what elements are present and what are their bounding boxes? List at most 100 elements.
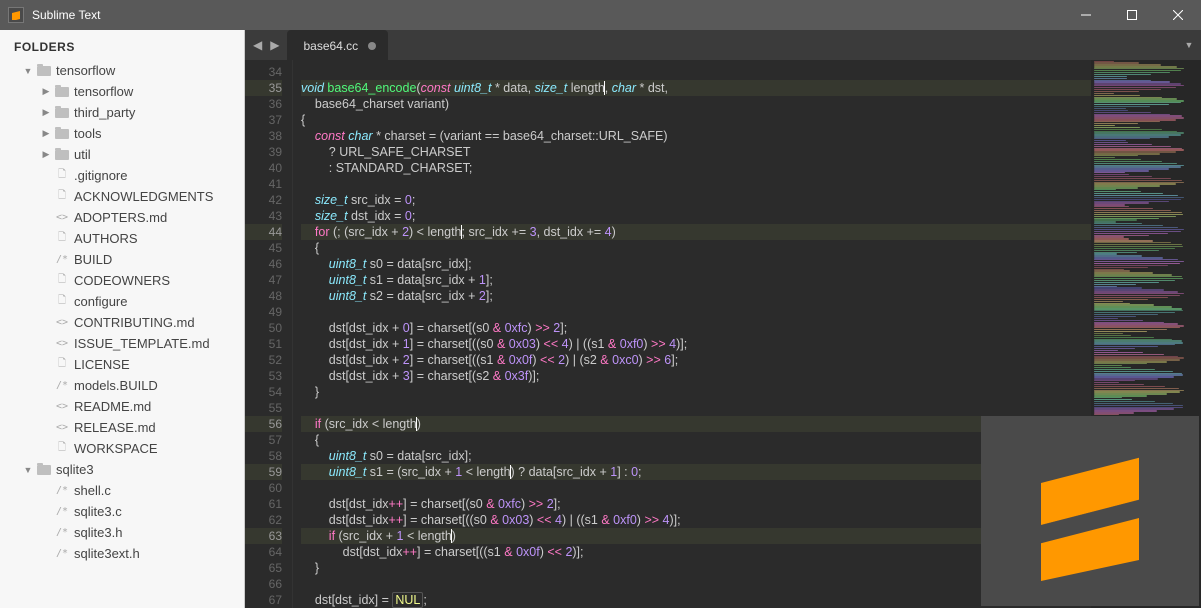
code-line[interactable]: dst[dst_idx + 2] = charset[((s1 & 0x0f) … <box>301 352 1091 368</box>
line-number: 57 <box>245 432 282 448</box>
code-line[interactable]: const char * charset = (variant == base6… <box>301 128 1091 144</box>
code-line[interactable]: if (src_idx + 1 < length) <box>301 528 1091 544</box>
minimap-line <box>1094 163 1177 164</box>
file-item[interactable]: /*sqlite3.c <box>0 501 244 522</box>
code-line[interactable]: { <box>301 240 1091 256</box>
folders-sidebar[interactable]: FOLDERS ▼tensorflow▶tensorflow▶third_par… <box>0 30 245 608</box>
file-type-icon: 🗋 <box>54 272 70 289</box>
code-line[interactable]: void base64_encode(const uint8_t * data,… <box>301 80 1091 96</box>
file-item[interactable]: 🗋LICENSE <box>0 354 244 375</box>
file-item[interactable]: <>ADOPTERS.md <box>0 207 244 228</box>
minimap-line <box>1094 422 1184 423</box>
code-line[interactable] <box>301 576 1091 592</box>
code-line[interactable]: base64_charset variant) <box>301 96 1091 112</box>
code-line[interactable] <box>301 176 1091 192</box>
minimap-line <box>1094 550 1184 551</box>
minimap-line <box>1094 78 1127 79</box>
code-line[interactable]: dst[dst_idx + 3] = charset[(s2 & 0x3f)]; <box>301 368 1091 384</box>
file-item[interactable]: 🗋ACKNOWLEDGMENTS <box>0 186 244 207</box>
code-line[interactable]: dst[dst_idx] = NUL; <box>301 592 1091 608</box>
code-view[interactable]: 3435363738394041424344454647484950515253… <box>245 60 1201 608</box>
disclosure-icon[interactable]: ▼ <box>22 66 34 76</box>
code-line[interactable]: dst[dst_idx + 0] = charset[(s0 & 0xfc) >… <box>301 320 1091 336</box>
code-line[interactable]: uint8_t s1 = (src_idx + 1 < length) ? da… <box>301 464 1091 480</box>
close-button[interactable] <box>1155 0 1201 30</box>
code-line[interactable]: uint8_t s0 = data[src_idx]; <box>301 448 1091 464</box>
code-line[interactable] <box>301 480 1091 496</box>
minimap-line <box>1094 180 1182 181</box>
tree-item-label: ADOPTERS.md <box>74 210 167 225</box>
code-line[interactable]: } <box>301 560 1091 576</box>
code-line[interactable]: dst[dst_idx++] = charset[((s1 & 0x0f) <<… <box>301 544 1091 560</box>
disclosure-icon[interactable]: ▶ <box>40 107 52 118</box>
minimap-line <box>1094 318 1118 319</box>
code-line[interactable]: size_t src_idx = 0; <box>301 192 1091 208</box>
file-item[interactable]: <>README.md <box>0 396 244 417</box>
file-item[interactable]: 🗋configure <box>0 291 244 312</box>
code-line[interactable]: if (src_idx < length) <box>301 416 1091 432</box>
code-line[interactable]: ? URL_SAFE_CHARSET <box>301 144 1091 160</box>
code-line[interactable]: for (; (src_idx + 2) < length; src_idx +… <box>301 224 1091 240</box>
file-item[interactable]: <>RELEASE.md <box>0 417 244 438</box>
maximize-button[interactable] <box>1109 0 1155 30</box>
code-line[interactable]: { <box>301 112 1091 128</box>
file-type-icon: /* <box>54 254 70 265</box>
folder-item[interactable]: ▶tensorflow <box>0 81 244 102</box>
folder-item[interactable]: ▶util <box>0 144 244 165</box>
code-line[interactable]: dst[dst_idx++] = charset[((s0 & 0x03) <<… <box>301 512 1091 528</box>
file-item[interactable]: /*shell.c <box>0 480 244 501</box>
code-line[interactable]: uint8_t s0 = data[src_idx]; <box>301 256 1091 272</box>
code-line[interactable]: uint8_t s2 = data[src_idx + 2]; <box>301 288 1091 304</box>
file-item[interactable]: /*sqlite3.h <box>0 522 244 543</box>
file-item[interactable]: 🗋CODEOWNERS <box>0 270 244 291</box>
tab-active[interactable]: base64.cc <box>287 30 388 60</box>
disclosure-icon[interactable]: ▶ <box>40 128 52 139</box>
nav-forward-icon[interactable]: ▶ <box>270 38 279 52</box>
code-line[interactable]: dst[dst_idx + 1] = charset[((s0 & 0x03) … <box>301 336 1091 352</box>
line-number: 50 <box>245 320 282 336</box>
code-line[interactable] <box>301 400 1091 416</box>
tree-item-label: CONTRIBUTING.md <box>74 315 195 330</box>
minimap-line <box>1094 354 1164 355</box>
code-line[interactable]: uint8_t s1 = data[src_idx + 1]; <box>301 272 1091 288</box>
minimap-line <box>1094 233 1168 234</box>
minimap-line <box>1094 248 1175 249</box>
code-content[interactable]: void base64_encode(const uint8_t * data,… <box>293 60 1091 608</box>
editor-area: ◀ ▶ base64.cc ▼ 343536373839404142434445… <box>245 30 1201 608</box>
folder-item[interactable]: ▼sqlite3 <box>0 459 244 480</box>
code-line[interactable] <box>301 64 1091 80</box>
code-line[interactable]: size_t dst_idx = 0; <box>301 208 1091 224</box>
tree-item-label: WORKSPACE <box>74 441 158 456</box>
disclosure-icon[interactable]: ▶ <box>40 86 52 97</box>
code-line[interactable]: { <box>301 432 1091 448</box>
line-number: 51 <box>245 336 282 352</box>
tab-dropdown-icon[interactable]: ▼ <box>1177 30 1201 60</box>
disclosure-icon[interactable]: ▼ <box>22 465 34 475</box>
file-item[interactable]: <>CONTRIBUTING.md <box>0 312 244 333</box>
disclosure-icon[interactable]: ▶ <box>40 149 52 160</box>
tree-item-label: LICENSE <box>74 357 130 372</box>
file-item[interactable]: <>ISSUE_TEMPLATE.md <box>0 333 244 354</box>
minimap-line <box>1094 384 1144 385</box>
minimap-line <box>1094 352 1143 353</box>
file-item[interactable]: /*BUILD <box>0 249 244 270</box>
folder-item[interactable]: ▶tools <box>0 123 244 144</box>
file-item[interactable]: 🗋AUTHORS <box>0 228 244 249</box>
minimap[interactable] <box>1091 60 1201 608</box>
folder-item[interactable]: ▶third_party <box>0 102 244 123</box>
file-type-icon: 🗋 <box>54 188 70 205</box>
folder-item[interactable]: ▼tensorflow <box>0 60 244 81</box>
nav-back-icon[interactable]: ◀ <box>253 38 262 52</box>
minimize-button[interactable] <box>1063 0 1109 30</box>
line-number: 35 <box>245 80 282 96</box>
code-line[interactable]: : STANDARD_CHARSET; <box>301 160 1091 176</box>
file-item[interactable]: 🗋.gitignore <box>0 165 244 186</box>
file-item[interactable]: 🗋WORKSPACE <box>0 438 244 459</box>
code-line[interactable]: dst[dst_idx++] = charset[(s0 & 0xfc) >> … <box>301 496 1091 512</box>
minimap-line <box>1094 93 1114 94</box>
code-line[interactable]: } <box>301 384 1091 400</box>
code-line[interactable] <box>301 304 1091 320</box>
minimap-line <box>1094 526 1120 527</box>
file-item[interactable]: /*models.BUILD <box>0 375 244 396</box>
file-item[interactable]: /*sqlite3ext.h <box>0 543 244 564</box>
